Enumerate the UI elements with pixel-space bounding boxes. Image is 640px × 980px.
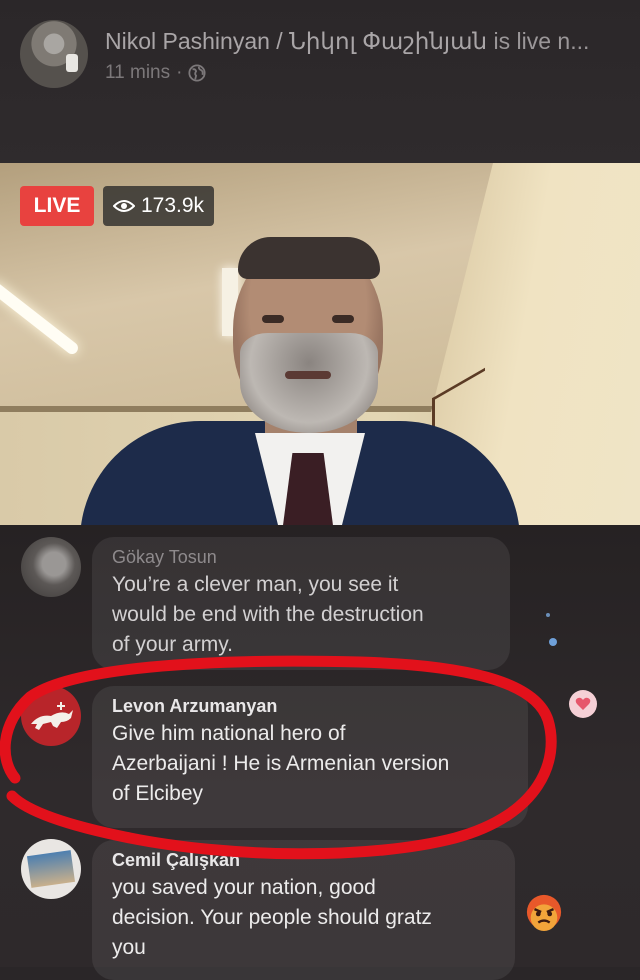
comment-avatar[interactable] xyxy=(21,839,81,899)
angry-icon xyxy=(526,894,562,931)
heart-icon xyxy=(569,690,597,718)
comment-text-line: of your army. xyxy=(112,633,233,656)
comment-text-line: would be end with the destruction xyxy=(112,603,424,626)
comment-text-line: you saved your nation, good xyxy=(112,876,376,899)
comment-author[interactable]: Levon Arzumanyan xyxy=(112,696,510,717)
comment-text-line: decision. Your people should gratz xyxy=(112,906,432,929)
host-name[interactable]: Nikol Pashinyan / Նիկոլ Փաշինյան xyxy=(105,28,487,54)
post-meta: 11 mins · xyxy=(105,62,207,84)
comment-avatar[interactable] xyxy=(21,686,81,746)
comment-avatar[interactable] xyxy=(21,537,81,597)
comment-bubble[interactable]: Cemil Çalışkan you saved your nation, go… xyxy=(92,840,515,980)
globe-icon xyxy=(188,64,207,82)
live-header: Nikol Pashinyan / Նիկոլ Փաշինյան is live… xyxy=(0,0,640,163)
floating-reaction-dot xyxy=(546,613,550,617)
lion-logo-icon xyxy=(31,702,73,730)
comment-text-line: Azerbaijani ! He is Armenian version xyxy=(112,752,450,775)
comment-bubble[interactable]: Gökay Tosun You’re a clever man, you see… xyxy=(92,537,510,670)
comment-text-line: You’re a clever man, you see it xyxy=(112,573,399,596)
comment-author[interactable]: Gökay Tosun xyxy=(112,547,492,568)
floating-reaction-dot xyxy=(549,638,557,646)
live-video[interactable]: LIVE 173.9k xyxy=(0,163,640,525)
host-avatar[interactable] xyxy=(20,20,88,88)
time-ago: 11 mins xyxy=(105,62,171,83)
live-badge: LIVE xyxy=(20,186,94,226)
comment-text-line: of Elcibey xyxy=(112,782,204,805)
live-status-text: is live n... xyxy=(493,28,590,54)
meta-separator: · xyxy=(176,62,183,83)
eye-icon xyxy=(113,200,135,212)
viewer-count: 173.9k xyxy=(141,194,205,217)
comment-bubble[interactable]: Levon Arzumanyan Give him national hero … xyxy=(92,686,528,828)
comment-text-line: Give him national hero of xyxy=(112,722,346,745)
comment-text-line: you xyxy=(112,936,146,959)
viewer-count-badge: 173.9k xyxy=(103,186,215,226)
comment-author[interactable]: Cemil Çalışkan xyxy=(112,850,497,871)
host-line[interactable]: Nikol Pashinyan / Նիկոլ Փաշինյան is live… xyxy=(105,28,625,55)
